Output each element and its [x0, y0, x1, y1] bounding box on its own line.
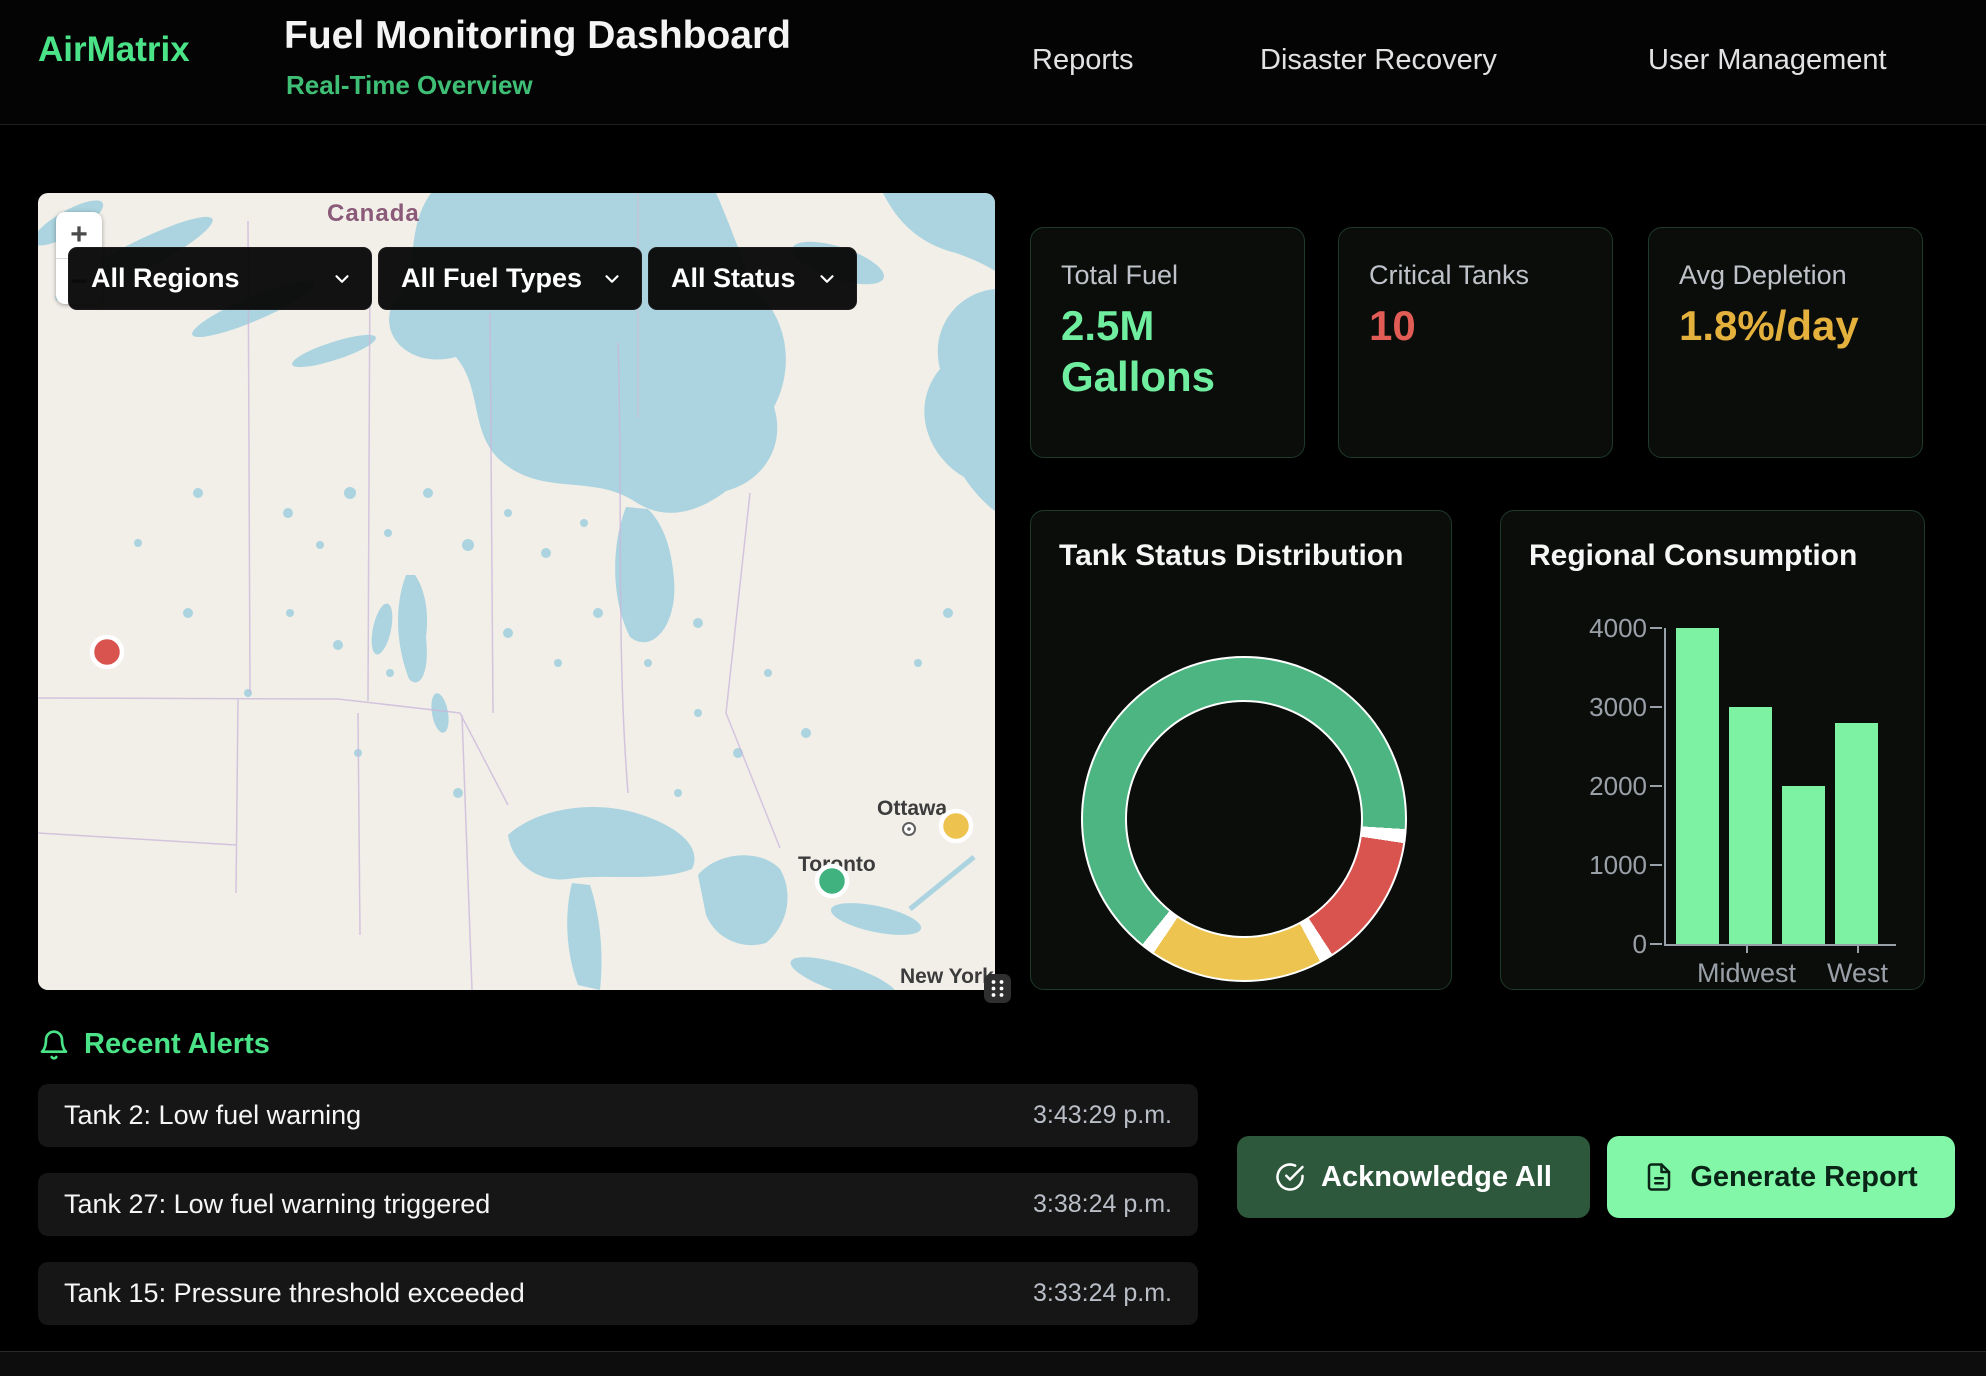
map-label-country: Canada [327, 200, 420, 227]
map-river [910, 857, 974, 909]
chevron-down-icon [331, 268, 353, 290]
kpi-label: Critical Tanks [1369, 260, 1529, 291]
y-tick-mark [1650, 864, 1662, 866]
kpi-value-total-fuel: 2.5M Gallons [1061, 300, 1241, 402]
y-tick-label: 1000 [1541, 849, 1647, 881]
kpi-value-critical-tanks: 10 [1369, 300, 1549, 351]
chevron-down-icon [601, 268, 623, 290]
chart-title: Regional Consumption [1529, 539, 1857, 573]
nav-item-disaster-recovery[interactable]: Disaster Recovery [1260, 44, 1497, 77]
y-tick-mark [1650, 627, 1662, 629]
y-tick-label: 2000 [1541, 770, 1647, 802]
drag-dots-icon [984, 974, 1011, 1003]
y-tick-label: 0 [1541, 928, 1647, 960]
nav-item-reports[interactable]: Reports [1032, 44, 1134, 77]
recent-alerts-title: Recent Alerts [84, 1028, 270, 1061]
map-marker-normal[interactable] [817, 866, 847, 896]
map-marker-warning[interactable] [941, 811, 971, 841]
region-filter-dropdown[interactable]: All Regions [68, 247, 372, 310]
alert-timestamp: 3:38:24 p.m. [1033, 1190, 1172, 1219]
bell-icon [38, 1029, 70, 1061]
bar [1729, 707, 1772, 944]
chart-title: Tank Status Distribution [1059, 539, 1403, 573]
kpi-value-avg-depletion: 1.8%/​day [1679, 300, 1859, 351]
x-tick-label [1666, 958, 1697, 989]
x-tick-label: West [1827, 958, 1888, 989]
kpi-card-total-fuel: Total Fuel 2.5M Gallons [1030, 227, 1305, 458]
header: AirMatrix Fuel Monitoring Dashboard Real… [0, 0, 1986, 125]
acknowledge-all-button[interactable]: Acknowledge All [1237, 1136, 1590, 1218]
ottawa-town-dot-center [907, 827, 911, 831]
map-marker-critical[interactable] [92, 637, 122, 667]
status-filter-value: All Status [671, 263, 796, 294]
bar [1676, 628, 1719, 944]
kpi-card-critical-tanks: Critical Tanks 10 [1338, 227, 1613, 458]
bar [1782, 786, 1825, 944]
bottom-panel-edge [0, 1351, 1986, 1376]
regional-consumption-card: Regional Consumption 4000 3000 2000 1000… [1500, 510, 1925, 990]
donut-hole [1125, 700, 1363, 938]
x-axis-line [1664, 944, 1896, 946]
alert-row[interactable]: Tank 2: Low fuel warning 3:43:29 p.m. [38, 1084, 1198, 1147]
map-label-ottawa: Ottawa [877, 797, 947, 820]
kpi-label: Total Fuel [1061, 260, 1178, 291]
alert-timestamp: 3:43:29 p.m. [1033, 1101, 1172, 1130]
y-tick-mark [1650, 706, 1662, 708]
bar [1835, 723, 1878, 944]
alert-row[interactable]: Tank 15: Pressure threshold exceeded 3:3… [38, 1262, 1198, 1325]
kpi-label: Avg Depletion [1679, 260, 1847, 291]
map-label-new-york: New York [900, 965, 994, 988]
y-tick-mark [1650, 785, 1662, 787]
alert-message: Tank 2: Low fuel warning [64, 1100, 361, 1131]
alert-message: Tank 27: Low fuel warning triggered [64, 1189, 490, 1220]
kpi-card-avg-depletion: Avg Depletion 1.8%/​day [1648, 227, 1923, 458]
tank-status-distribution-card: Tank Status Distribution [1030, 510, 1452, 990]
report-document-icon [1644, 1162, 1674, 1192]
x-tick-labels: Midwest West [1666, 958, 1888, 989]
nav-item-user-management[interactable]: User Management [1648, 44, 1887, 77]
x-tick-label [1796, 958, 1827, 989]
generate-report-label: Generate Report [1690, 1161, 1917, 1194]
x-tick-label: Midwest [1697, 958, 1796, 989]
brand-logo: AirMatrix [38, 30, 190, 70]
y-tick-label: 3000 [1541, 691, 1647, 723]
fuel-type-filter-value: All Fuel Types [401, 263, 582, 294]
y-tick-label: 4000 [1541, 612, 1647, 644]
check-circle-icon [1275, 1162, 1305, 1192]
map-panel[interactable]: Canada Ottawa Toronto New York + − All R… [38, 193, 995, 990]
alert-timestamp: 3:33:24 p.m. [1033, 1279, 1172, 1308]
alert-row[interactable]: Tank 27: Low fuel warning triggered 3:38… [38, 1173, 1198, 1236]
donut-chart [1081, 656, 1407, 982]
alert-message: Tank 15: Pressure threshold exceeded [64, 1278, 525, 1309]
status-filter-dropdown[interactable]: All Status [648, 247, 857, 310]
bar-group [1666, 628, 1888, 944]
region-filter-value: All Regions [91, 263, 240, 294]
map-drag-handle[interactable] [984, 974, 1011, 1003]
page-title: Fuel Monitoring Dashboard [284, 14, 791, 58]
generate-report-button[interactable]: Generate Report [1607, 1136, 1955, 1218]
page-subtitle: Real-Time Overview [286, 70, 533, 101]
map-canvas[interactable]: Canada Ottawa Toronto New York [38, 193, 995, 990]
acknowledge-all-label: Acknowledge All [1321, 1161, 1552, 1194]
chevron-down-icon [816, 268, 838, 290]
fuel-type-filter-dropdown[interactable]: All Fuel Types [378, 247, 642, 310]
recent-alerts-heading: Recent Alerts [38, 1028, 270, 1061]
y-tick-mark [1650, 943, 1662, 945]
